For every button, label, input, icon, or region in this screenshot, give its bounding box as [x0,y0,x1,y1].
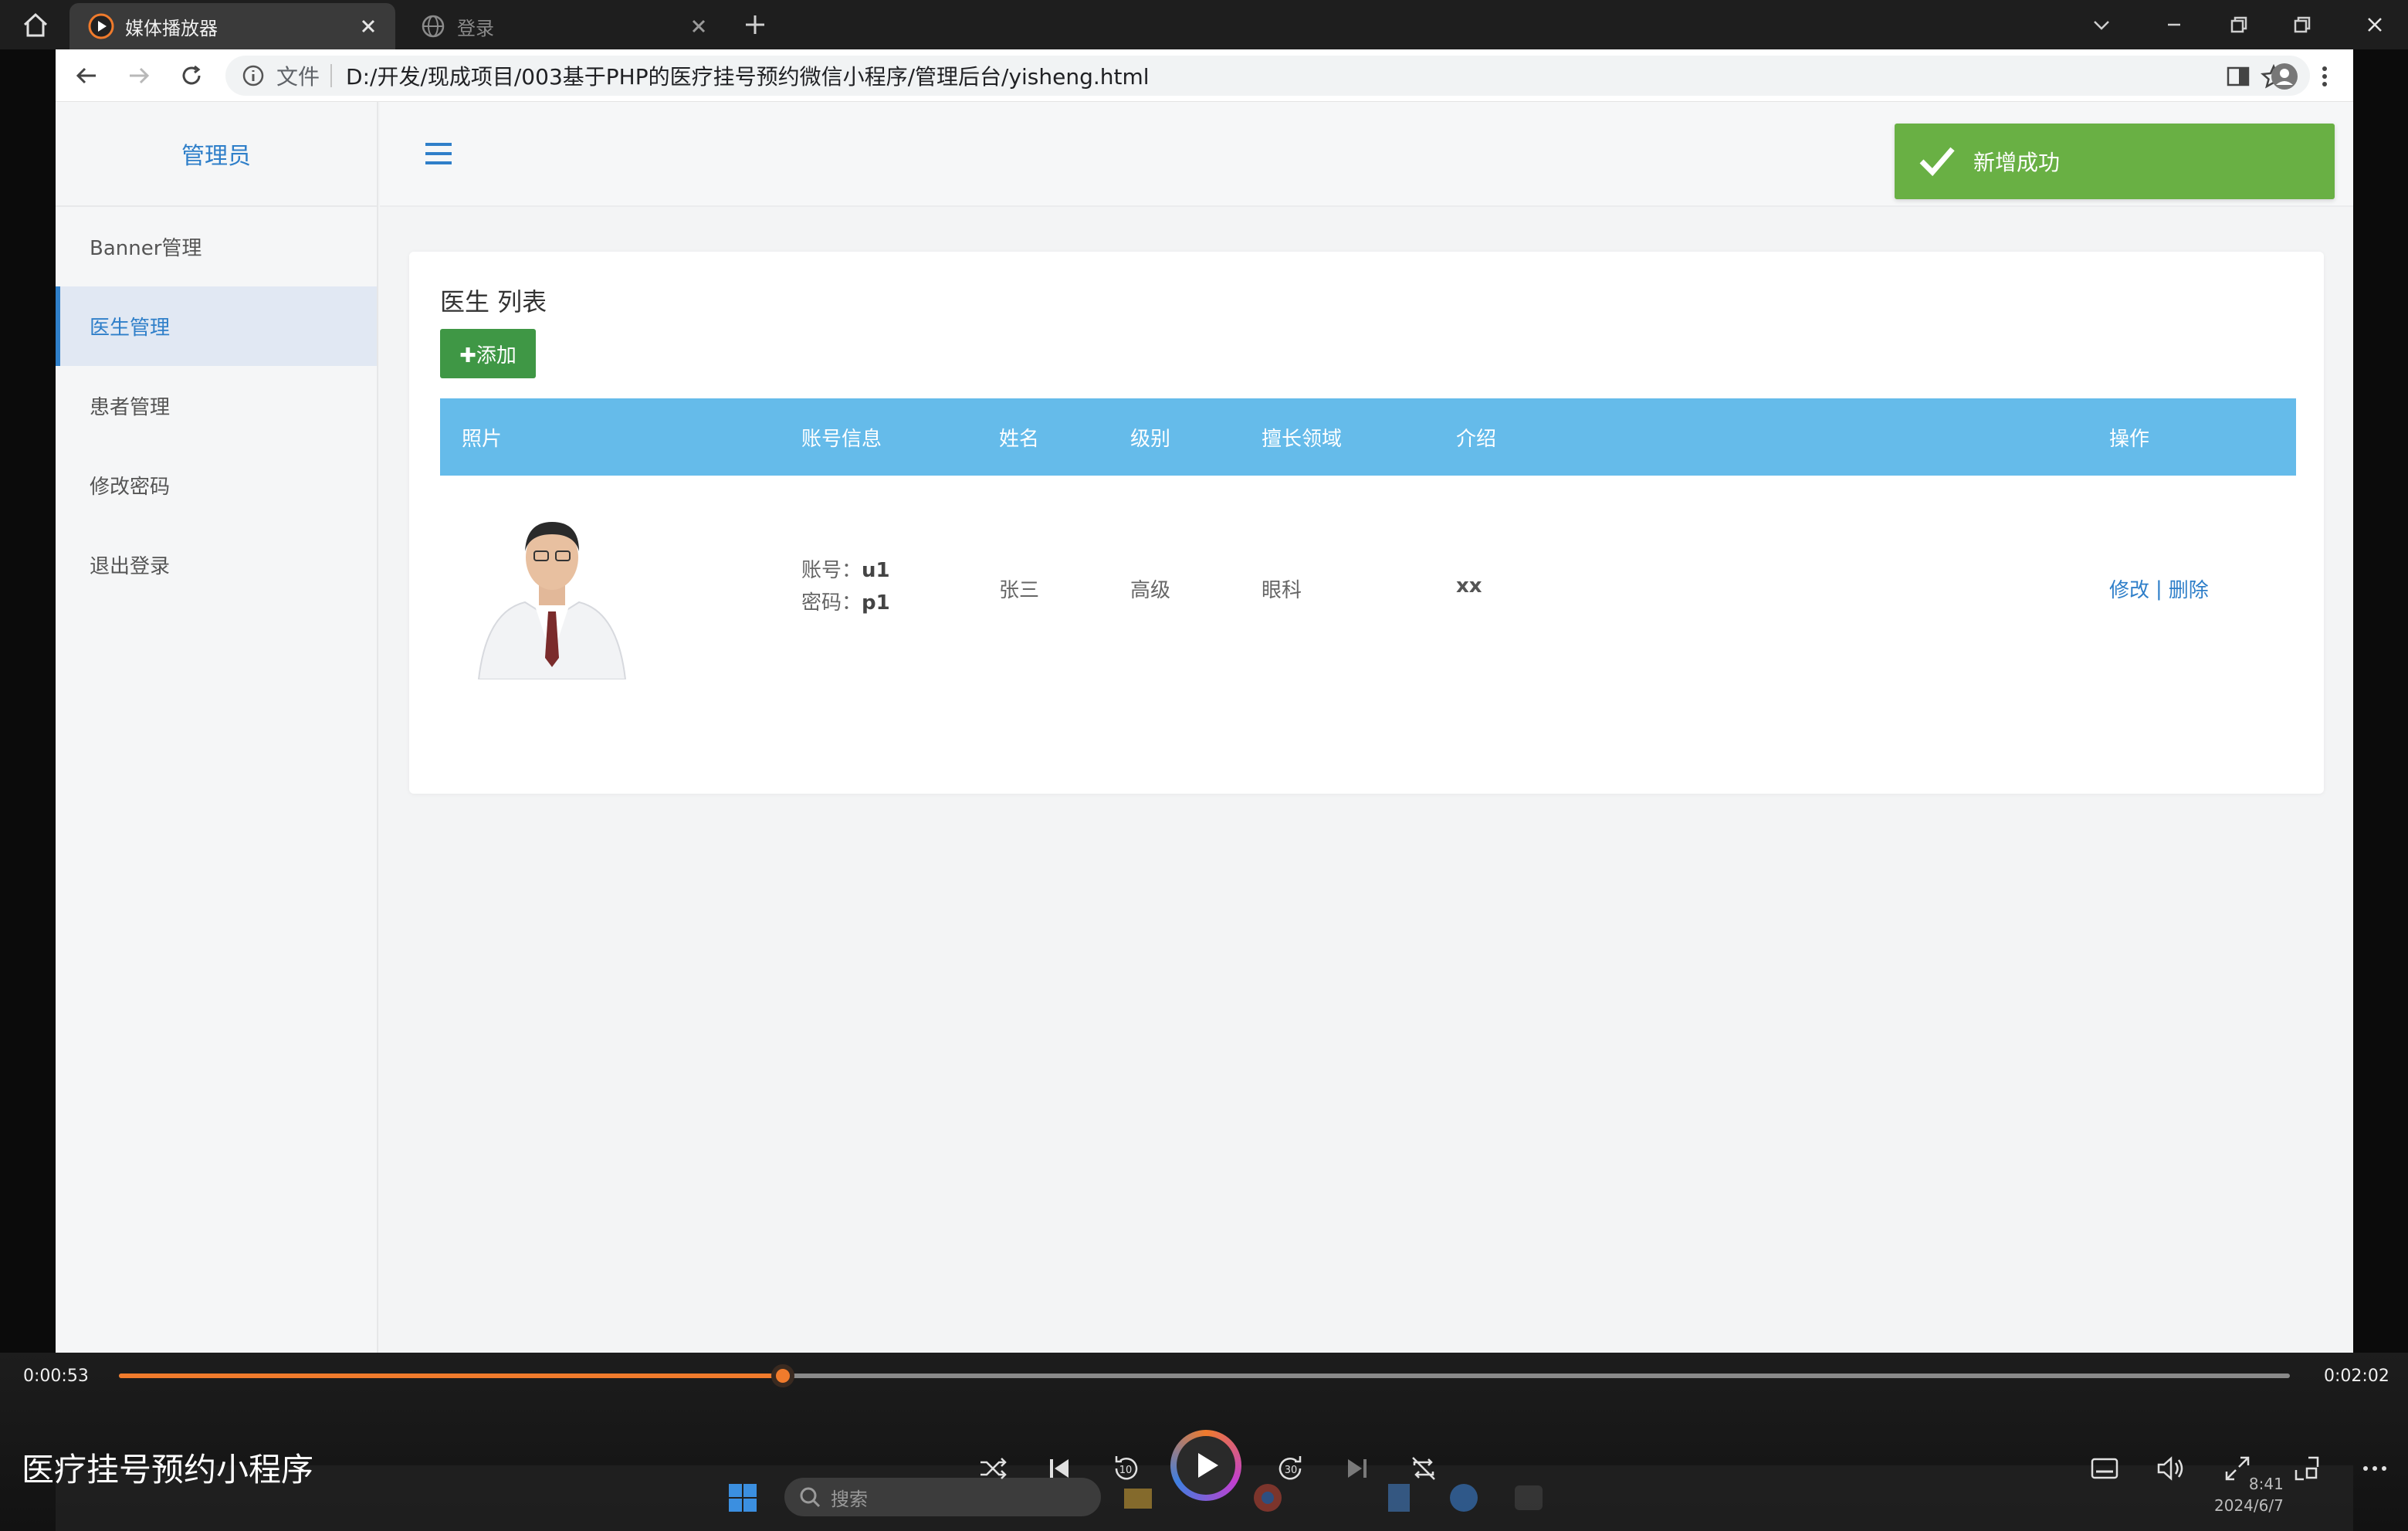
rewind-10-icon[interactable]: 10 [1109,1451,1143,1485]
column-header-actions: 操作 [2109,427,2150,451]
divider [330,64,333,87]
intro-cell: xx [1456,574,1482,598]
sidebar-item-logout[interactable]: 退出登录 [56,525,377,605]
tab-label: 登录 [457,17,494,39]
clock-date: 2024/6/7 [2214,1496,2284,1515]
column-header-account: 账号信息 [801,427,882,451]
video-title: 医疗挂号预约小程序 [22,1451,314,1489]
elapsed-time: 0:00:53 [23,1367,89,1386]
column-header-intro: 介绍 [1456,427,1497,451]
mini-player-icon[interactable] [2290,1451,2324,1485]
account-line: 账号：u1 [801,554,890,587]
play-icon [1198,1453,1218,1478]
next-track-icon[interactable] [1340,1451,1374,1485]
password-value: p1 [862,591,890,615]
file-explorer-icon [1124,1489,1152,1509]
home-icon[interactable] [20,9,51,40]
svg-text:10: 10 [1119,1465,1133,1476]
browser-toolbar: 文件 D:/开发/现成项目/003基于PHP的医疗挂号预约微信小程序/管理后台/… [56,49,2353,102]
sidebar-item-patients[interactable]: 患者管理 [56,366,377,445]
column-header-name: 姓名 [999,427,1040,451]
sidebar: 管理员 Banner管理 医生管理 患者管理 修改密码 退出登录 [56,102,378,1353]
sidebar-item-banner[interactable]: Banner管理 [56,207,377,286]
play-button[interactable] [1170,1430,1241,1501]
windows-start-icon [729,1484,757,1512]
previous-track-icon[interactable] [1042,1451,1076,1485]
browser-taskbar-icon [1450,1484,1478,1512]
add-doctor-button[interactable]: ✚添加 [440,329,536,378]
table-header: 照片 账号信息 姓名 级别 擅长领域 介绍 操作 [440,398,2296,476]
more-vertical-icon[interactable] [2310,62,2339,91]
column-header-photo: 照片 [462,427,503,451]
column-header-level: 级别 [1130,427,1171,451]
chrome-icon [1254,1484,1282,1512]
toast-message: 新增成功 [1973,150,2061,175]
actions-cell: 修改 | 删除 [2109,574,2209,603]
sidebar-item-change-password[interactable]: 修改密码 [56,445,377,525]
doctor-list-card: 医生 列表 ✚添加 照片 账号信息 姓名 级别 擅长领域 介绍 操作 账号：u1… [409,252,2324,794]
password-line: 密码：p1 [801,587,890,619]
repeat-off-icon[interactable] [1407,1451,1441,1485]
total-duration: 0:02:02 [2324,1367,2389,1386]
close-icon[interactable] [687,15,710,38]
file-scheme-label: 文件 [276,64,320,90]
column-header-specialty: 擅长领域 [1262,427,1343,451]
hamburger-menu-icon[interactable] [423,141,454,167]
name-cell: 张三 [999,579,1040,602]
sidebar-brand: 管理员 [56,102,377,207]
account-info-cell: 账号：u1 密码：p1 [801,554,890,619]
level-cell: 高级 [1130,579,1171,602]
play-button-inner [1177,1436,1235,1495]
profile-avatar-icon[interactable] [2270,62,2299,91]
shuffle-icon[interactable] [976,1451,1010,1485]
chevron-down-icon[interactable] [2089,12,2114,37]
volume-icon[interactable] [2154,1451,2188,1485]
sidebar-item-doctors[interactable]: 医生管理 [56,286,377,366]
globe-icon [422,15,445,38]
svg-text:30: 30 [1285,1465,1298,1476]
delete-link[interactable]: 删除 [2169,574,2209,603]
password-prefix: 密码： [801,591,862,615]
account-prefix: 账号： [801,559,862,582]
side-panel-icon[interactable] [2223,62,2253,91]
subtitles-icon[interactable] [2088,1451,2122,1485]
account-value: u1 [862,559,890,582]
address-bar[interactable]: 文件 D:/开发/现成项目/003基于PHP的医疗挂号预约微信小程序/管理后台/… [225,56,2310,96]
success-toast: 新增成功 [1895,124,2335,199]
forward-arrow-icon[interactable] [125,62,153,90]
player-title-bar: 媒体播放器 登录 [0,0,2408,49]
tab-login[interactable]: 登录 [401,3,726,49]
forward-30-icon[interactable]: 30 [1274,1451,1308,1485]
tab-label: 媒体播放器 [125,17,218,39]
back-arrow-icon[interactable] [73,62,100,90]
seek-bar[interactable] [119,1364,2290,1387]
search-placeholder: 搜索 [831,1488,868,1510]
close-window-icon[interactable] [2362,12,2387,37]
reload-icon[interactable] [178,62,205,90]
close-icon[interactable] [357,15,380,38]
plus-icon[interactable] [741,11,769,39]
restore-icon[interactable] [2227,12,2251,37]
info-icon[interactable] [241,63,266,88]
minimize-icon[interactable] [2162,12,2186,37]
admin-page: 管理员 Banner管理 医生管理 患者管理 修改密码 退出登录 新增成功 医生… [56,102,2353,1353]
search-icon [800,1487,821,1508]
check-icon [1919,147,1955,177]
tab-media-player[interactable]: 媒体播放器 [69,3,395,49]
window-restore-icon[interactable] [2290,12,2315,37]
seek-progress [119,1373,784,1378]
notepad-icon [1388,1484,1410,1512]
action-divider: | [2156,577,2162,601]
edit-link[interactable]: 修改 [2109,574,2149,603]
fullscreen-icon[interactable] [2220,1451,2254,1485]
card-title: 医生 列表 [440,287,547,317]
screen-recorder-icon [1515,1485,1543,1510]
specialty-cell: 眼科 [1262,579,1302,602]
media-player-icon [88,13,114,39]
more-horizontal-icon[interactable] [2358,1451,2392,1485]
url-text[interactable]: D:/开发/现成项目/003基于PHP的医疗挂号预约微信小程序/管理后台/yis… [346,60,1150,91]
doctor-photo [471,503,633,679]
table-row: 账号：u1 密码：p1 张三 高级 眼科 xx 修改 | 删除 [440,476,2296,707]
